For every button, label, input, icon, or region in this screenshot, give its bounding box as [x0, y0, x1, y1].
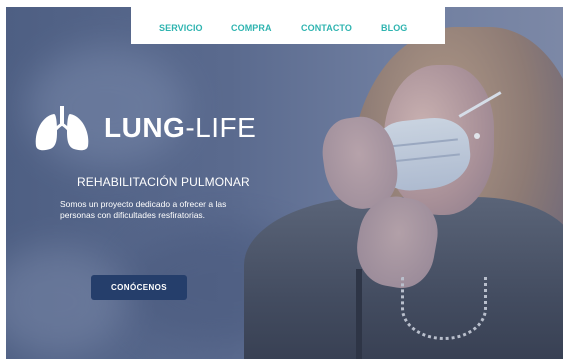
nav-item-contacto[interactable]: CONTACTO: [301, 23, 352, 33]
background-blur: [6, 247, 126, 357]
nav-item-blog[interactable]: BLOG: [381, 23, 407, 33]
photo-earring: [474, 133, 480, 139]
lungs-icon: [32, 106, 92, 157]
brand-name: LUNG-LIFE: [104, 112, 256, 144]
brand-name-bold: LUNG: [104, 112, 186, 143]
page-subtitle: REHABILITACIÓN PULMONAR: [77, 175, 250, 189]
photo-zipper: [356, 269, 362, 359]
top-navigation: SERVICIO COMPRA CONTACTO BLOG: [131, 7, 445, 44]
photo-necklace: [401, 277, 487, 340]
nav-item-servicio[interactable]: SERVICIO: [159, 23, 203, 33]
conocenos-button[interactable]: CONÓCENOS: [91, 275, 187, 300]
hero-description: Somos un proyecto dedicado a ofrecer a l…: [60, 199, 227, 220]
nav-item-compra[interactable]: COMPRA: [231, 23, 272, 33]
brand-name-rest: -LIFE: [185, 112, 257, 143]
